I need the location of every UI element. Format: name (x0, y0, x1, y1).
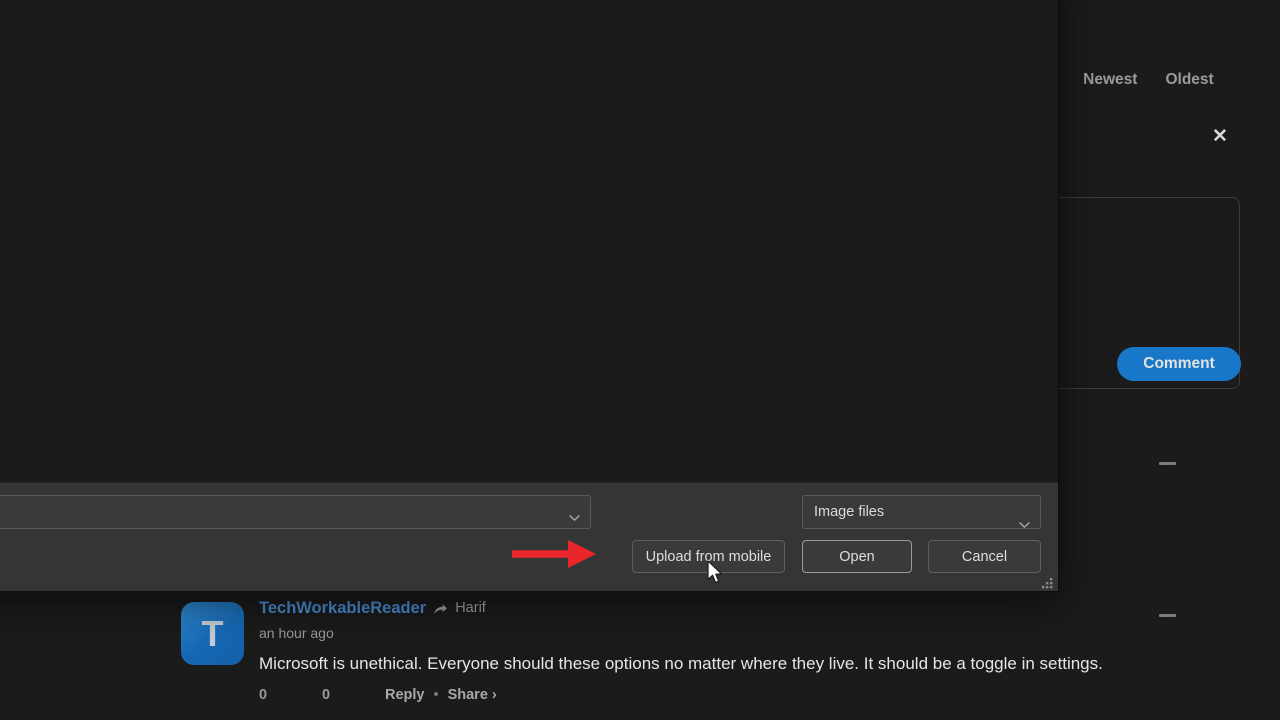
resize-grip-icon[interactable] (1042, 576, 1053, 587)
file-list-area[interactable] (0, 0, 1058, 482)
downvote-count[interactable]: 0 (322, 687, 385, 703)
sort-option-oldest[interactable]: Oldest (1165, 71, 1213, 89)
file-type-filter-select[interactable]: Image files (802, 495, 1041, 529)
sort-option-newest[interactable]: Newest (1083, 71, 1137, 89)
reply-button[interactable]: Reply (385, 687, 425, 703)
comment-timestamp: an hour ago (259, 625, 1271, 641)
avatar[interactable]: T (181, 602, 244, 665)
comment-author[interactable]: TechWorkableReader (259, 600, 426, 617)
upload-from-mobile-button[interactable]: Upload from mobile (632, 540, 785, 573)
close-icon[interactable]: ✕ (1209, 126, 1231, 148)
upvote-count[interactable]: 0 (259, 687, 322, 703)
reply-arrow-icon (433, 603, 448, 616)
share-button[interactable]: Share › (448, 687, 497, 703)
file-chooser-dialog: Image files Upload from mobile Open Canc… (0, 0, 1059, 592)
collapse-thread-icon-1[interactable] (1159, 462, 1176, 465)
open-button[interactable]: Open (802, 540, 912, 573)
file-dialog-button-row: Upload from mobile Open Cancel (0, 540, 1058, 573)
comment-body: TechWorkableReader Harif an hour ago Mic… (259, 600, 1271, 703)
comment-header: TechWorkableReader Harif (259, 600, 1271, 617)
chevron-down-icon (569, 509, 580, 516)
comment-composer-textarea[interactable] (1048, 197, 1240, 345)
file-dialog-footer: Image files Upload from mobile Open Canc… (0, 482, 1058, 591)
comment-sort-row: t Newest Oldest (1050, 71, 1214, 89)
file-dialog-field-row: Image files (0, 495, 1058, 529)
file-type-filter-value: Image files (814, 504, 884, 520)
comment-submit-button[interactable]: Comment (1117, 347, 1241, 381)
comment-actions: 0 0 Reply • Share › (259, 687, 1271, 703)
comment-item: T TechWorkableReader Harif an hour ago M… (181, 600, 1271, 703)
filename-input[interactable] (0, 495, 591, 529)
cancel-button[interactable]: Cancel (928, 540, 1041, 573)
action-separator: • (434, 687, 439, 703)
comment-reply-target[interactable]: Harif (455, 601, 486, 616)
chevron-down-icon (1019, 509, 1030, 516)
comment-text: Microsoft is unethical. Everyone should … (259, 653, 1271, 676)
